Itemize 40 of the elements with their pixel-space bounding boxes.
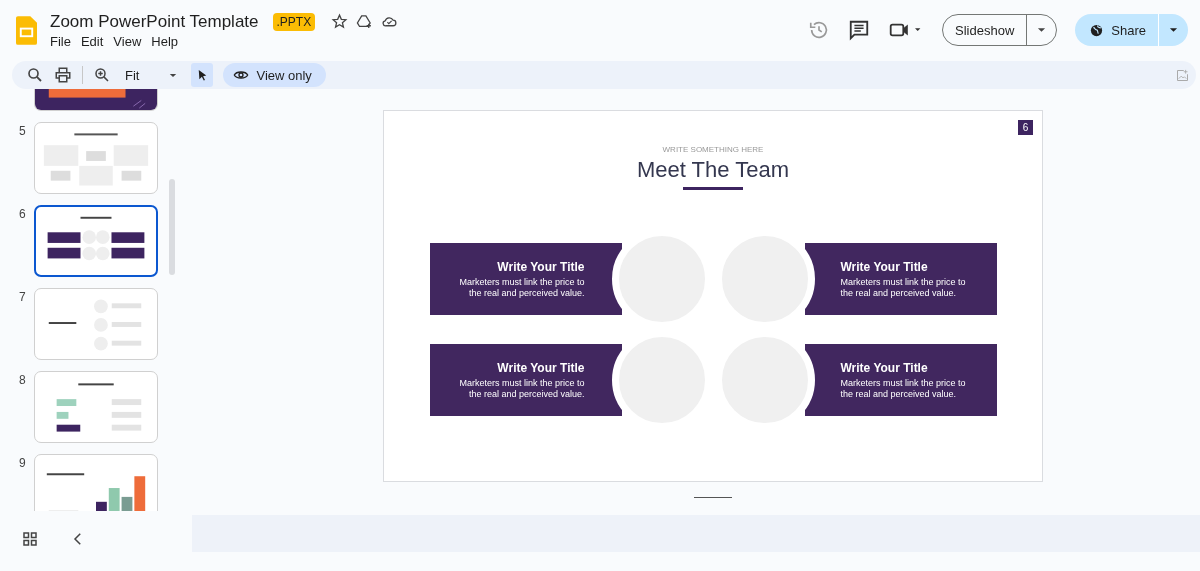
caret-icon[interactable] — [1037, 27, 1047, 33]
member-title: Write Your Title — [840, 360, 928, 375]
comment-icon[interactable] — [848, 19, 871, 41]
menu-item[interactable]: Help — [151, 33, 179, 49]
file-type-badge: .PPTX — [272, 12, 316, 31]
slide-number: 5 — [18, 124, 27, 138]
member-text: Marketers must link the price to the real and perceived value. — [458, 377, 585, 400]
grid-view-icon[interactable] — [21, 530, 39, 548]
slide-number-badge: 6 — [1018, 120, 1033, 135]
menu-item[interactable]: Edit — [80, 33, 104, 49]
globe-icon — [1089, 22, 1105, 38]
slide-number: 9 — [18, 456, 27, 470]
share-button[interactable]: Share — [1075, 22, 1158, 38]
slide-number: 6 — [18, 207, 27, 221]
member-text: Marketers must link the price to the real and perceived value. — [458, 276, 585, 299]
member-title: Write Your Title — [840, 259, 928, 274]
caret-icon — [169, 72, 178, 78]
drive-add-icon[interactable] — [356, 13, 374, 30]
select-tool-button[interactable] — [191, 63, 214, 87]
slide-number: 8 — [18, 373, 27, 387]
star-icon[interactable] — [331, 13, 349, 30]
slide-eyebrow: WRITE SOMETHING HERE — [662, 145, 764, 154]
caret-icon[interactable] — [1169, 27, 1178, 33]
member-title: Write Your Title — [497, 360, 585, 375]
title-underline — [683, 187, 743, 190]
menu-item[interactable]: File — [50, 33, 71, 49]
view-only-button[interactable]: View only — [223, 63, 326, 87]
zoom-dropdown[interactable]: Fit — [121, 67, 182, 83]
menu-item[interactable]: View — [113, 33, 142, 49]
zoom-in-icon[interactable] — [93, 66, 111, 84]
print-icon[interactable] — [54, 66, 72, 84]
slideshow-button[interactable]: Slideshow — [943, 22, 1027, 38]
slide-number: 7 — [18, 290, 27, 304]
member-text: Marketers must link the price to the real and perceived value. — [840, 377, 967, 400]
slide-thumbnail[interactable] — [34, 205, 158, 277]
member-text: Marketers must link the price to the real and perceived value. — [840, 276, 967, 299]
search-icon[interactable] — [26, 66, 44, 84]
member-title: Write Your Title — [497, 259, 585, 274]
document-title[interactable]: Zoom PowerPoint Template — [50, 11, 259, 32]
slide-title: Meet The Team — [636, 157, 789, 183]
